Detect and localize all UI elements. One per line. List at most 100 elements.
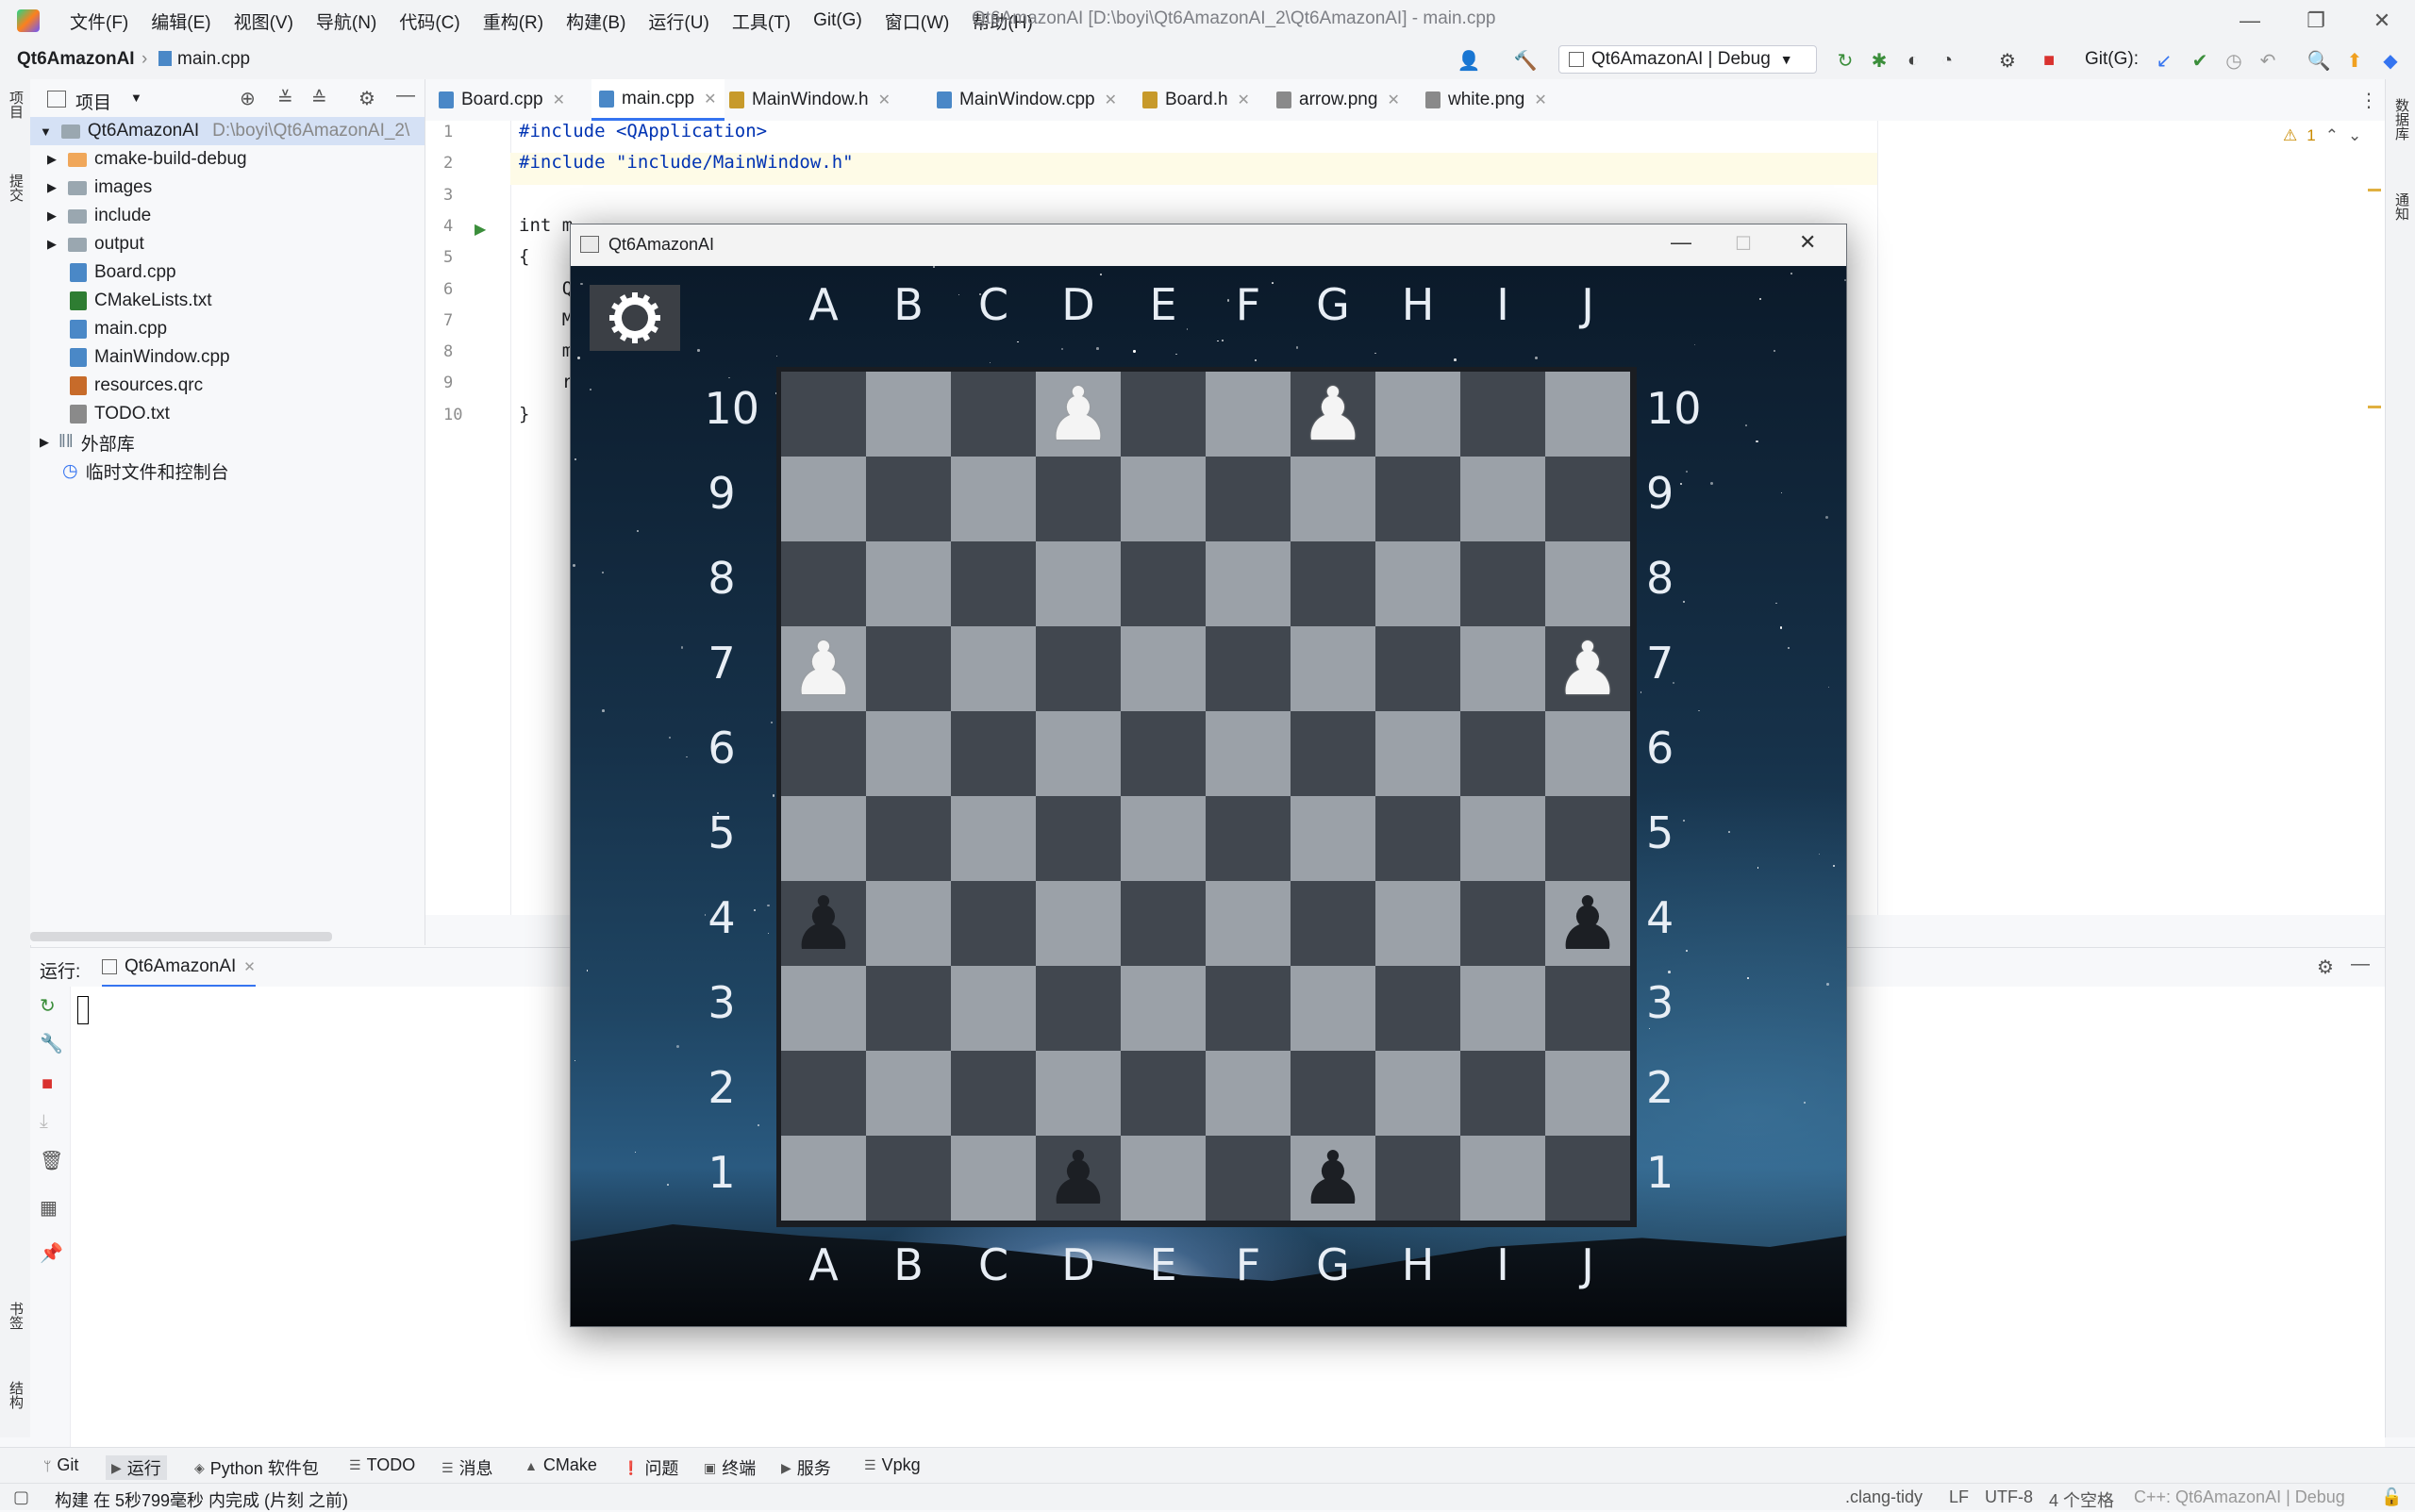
layout-icon[interactable]: ▦ <box>40 1196 58 1220</box>
board-square[interactable] <box>1545 711 1630 796</box>
board-square[interactable] <box>1375 457 1460 541</box>
board-square[interactable] <box>1121 966 1206 1051</box>
board-square[interactable] <box>1460 1136 1545 1221</box>
menu-item[interactable]: 构建(B) <box>555 8 637 34</box>
board-square[interactable] <box>1121 881 1206 966</box>
git-history-icon[interactable]: ◷ <box>2223 49 2245 72</box>
editor-tab[interactable]: main.cpp ✕ <box>591 79 724 121</box>
hide-panel-icon[interactable]: — <box>2351 954 2370 975</box>
board-square[interactable] <box>1121 1136 1206 1221</box>
scroll-to-end-icon[interactable]: ⤓ <box>40 1111 48 1133</box>
board-square[interactable] <box>1375 796 1460 881</box>
board-square[interactable] <box>1460 966 1545 1051</box>
user-icon[interactable]: 👤 <box>1457 49 1481 72</box>
tool-window-button[interactable]: ☰ 消息 <box>441 1455 493 1480</box>
board-square[interactable] <box>951 711 1036 796</box>
board-square[interactable] <box>866 457 951 541</box>
close-icon[interactable]: ✕ <box>1534 91 1546 109</box>
board-square[interactable] <box>1460 796 1545 881</box>
code-line[interactable]: { <box>519 246 529 267</box>
board-square[interactable] <box>1291 457 1375 541</box>
board-square[interactable] <box>866 1051 951 1136</box>
board-square[interactable] <box>1375 372 1460 457</box>
tree-item[interactable]: ▶ include <box>47 202 151 230</box>
board-square[interactable] <box>1206 711 1291 796</box>
tree-item[interactable]: resources.qrc <box>70 372 203 400</box>
white-pawn-piece[interactable]: ♟ <box>1545 626 1630 711</box>
board-square[interactable] <box>951 457 1036 541</box>
code-line[interactable]: #include "include/MainWindow.h" <box>519 152 854 173</box>
code-line[interactable]: Q <box>519 278 573 299</box>
board-square[interactable] <box>1291 626 1375 711</box>
board-square[interactable] <box>1206 1136 1291 1221</box>
board-square[interactable] <box>1121 541 1206 626</box>
tool-window-button[interactable]: ◈ Python 软件包 <box>194 1455 319 1480</box>
board-square[interactable] <box>781 457 866 541</box>
black-pawn-piece[interactable]: ♟ <box>781 881 866 966</box>
close-icon[interactable]: ✕ <box>704 90 716 108</box>
restore-button[interactable]: ❐ <box>2283 0 2349 42</box>
board-square[interactable] <box>1375 1136 1460 1221</box>
bookmarks-tool-button[interactable]: 书签 <box>6 1302 25 1330</box>
close-button[interactable]: ✕ <box>2349 0 2415 42</box>
chevron-right-icon[interactable]: ▶ <box>40 435 49 450</box>
chevron-down-icon[interactable]: ⌄ <box>2348 126 2361 145</box>
horizontal-scrollbar[interactable] <box>30 932 332 941</box>
board-square[interactable] <box>1206 457 1291 541</box>
tree-root[interactable]: ▼ Qt6AmazonAI D:\boyi\Qt6AmazonAI_2\ <box>30 117 425 145</box>
tool-window-button[interactable]: ▶ 服务 <box>781 1455 831 1480</box>
board-square[interactable] <box>1375 626 1460 711</box>
close-icon[interactable]: ✕ <box>553 91 565 109</box>
tree-item[interactable]: TODO.txt <box>70 400 170 428</box>
chevron-right-icon[interactable]: ▶ <box>47 180 57 195</box>
board-square[interactable] <box>951 626 1036 711</box>
board-square[interactable] <box>1460 541 1545 626</box>
board-square[interactable] <box>1121 796 1206 881</box>
board-square[interactable] <box>1036 796 1121 881</box>
board-square[interactable] <box>1036 626 1121 711</box>
coverage-icon[interactable]: ◐ <box>1902 49 1924 72</box>
board-square[interactable] <box>1460 711 1545 796</box>
board-square[interactable] <box>781 796 866 881</box>
chevron-right-icon[interactable]: ▶ <box>47 208 57 224</box>
inspection-widget[interactable]: ⚠ 1 ⌃ ⌄ <box>2283 126 2361 145</box>
menu-item[interactable]: 运行(U) <box>637 8 720 34</box>
tool-window-button[interactable]: ☰ Vpkg <box>864 1455 921 1475</box>
chevron-down-icon[interactable]: ▼ <box>130 91 142 105</box>
tool-window-button[interactable]: ▶ 运行 <box>106 1455 167 1480</box>
tree-scratches[interactable]: ◷ 临时文件和控制台 <box>62 457 229 485</box>
board-square[interactable] <box>1291 711 1375 796</box>
git-rollback-icon[interactable]: ↶ <box>2257 49 2279 72</box>
project-tool-button[interactable]: 项目 <box>6 91 25 119</box>
board-square[interactable] <box>1545 1136 1630 1221</box>
board-square[interactable] <box>1036 966 1121 1051</box>
editor-tab[interactable]: white.png ✕ <box>1425 79 1547 121</box>
lock-icon[interactable]: 🔓 <box>2381 1487 2402 1507</box>
close-icon[interactable]: ✕ <box>1105 91 1117 109</box>
menu-item[interactable]: 视图(V) <box>223 8 305 34</box>
board-square[interactable] <box>1121 457 1206 541</box>
board-square[interactable] <box>866 796 951 881</box>
white-pawn-piece[interactable]: ♟ <box>1036 372 1121 457</box>
board-square[interactable] <box>951 1136 1036 1221</box>
tree-external-libraries[interactable]: ▶ ‖‖ 外部库 <box>40 428 135 457</box>
gear-icon[interactable]: ⚙ <box>358 87 375 110</box>
board-square[interactable] <box>866 372 951 457</box>
status-linter[interactable]: .clang-tidy <box>1845 1487 1923 1507</box>
board-square[interactable] <box>781 541 866 626</box>
code-line[interactable]: m <box>519 341 573 361</box>
board-square[interactable] <box>1121 711 1206 796</box>
project-view-selector[interactable]: 项目 <box>75 89 111 114</box>
code-line[interactable]: #include <QApplication> <box>519 121 767 141</box>
board-square[interactable] <box>951 966 1036 1051</box>
update-icon[interactable]: ⬆ <box>2343 49 2366 72</box>
board-square[interactable] <box>1375 881 1460 966</box>
pin-icon[interactable]: 📌 <box>40 1241 63 1265</box>
board-square[interactable] <box>1036 881 1121 966</box>
search-icon[interactable]: 🔍 <box>2307 49 2331 72</box>
code-line[interactable]: } <box>519 404 529 424</box>
board-square[interactable] <box>1036 711 1121 796</box>
build-hammer-icon[interactable]: 🔨 <box>1514 49 1538 72</box>
close-icon[interactable]: ✕ <box>1238 91 1250 109</box>
board-square[interactable] <box>1545 1051 1630 1136</box>
